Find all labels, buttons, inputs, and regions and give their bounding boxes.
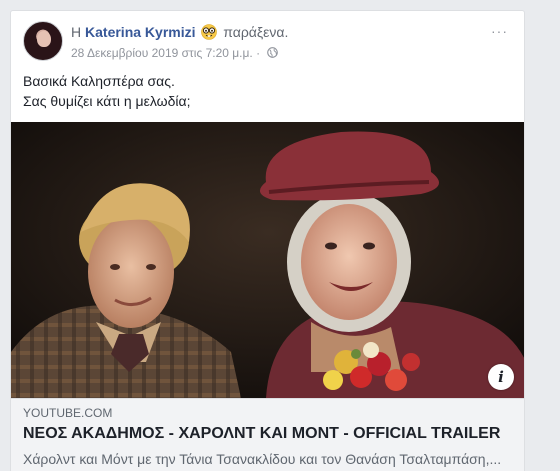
link-description: Χάρολντ και Μόντ με την Τάνια Τσανακλίδο… <box>23 451 502 467</box>
link-preview[interactable]: YOUTUBE.COM ΝΕΟΣ ΑΚΑΔΗΜΟΣ - ΧΑΡΟΛΝΤ ΚΑΙ … <box>11 398 524 471</box>
post-headline: Η Katerina Kyrmizi παράξενα. <box>71 24 288 40</box>
info-button[interactable]: i <box>488 364 514 390</box>
post-timestamp[interactable]: 28 Δεκεμβρίου 2019 στις 7:20 μ.μ. <box>71 46 253 60</box>
globe-icon[interactable] <box>267 47 279 58</box>
post-text-line-2: Σας θυμίζει κάτι η μελωδία; <box>23 93 191 109</box>
headline-prefix: Η <box>71 24 82 40</box>
feeling-text: παράξενα. <box>223 24 289 40</box>
post-card: Η Katerina Kyrmizi παράξενα. 28 Δεκεμβρί… <box>10 10 525 471</box>
more-options-icon[interactable]: ··· <box>491 23 508 39</box>
post-header: Η Katerina Kyrmizi παράξενα. 28 Δεκεμβρί… <box>23 21 514 67</box>
post-text: Βασικά Καλησπέρα σας. Σας θυμίζει κάτι η… <box>23 71 190 111</box>
thumbnail-image <box>11 122 524 398</box>
link-domain: YOUTUBE.COM <box>23 406 113 420</box>
video-thumbnail[interactable]: i <box>11 122 524 398</box>
post-text-line-1: Βασικά Καλησπέρα σας. <box>23 73 175 89</box>
avatar[interactable] <box>23 21 63 61</box>
nerd-face-emoji-icon <box>201 24 218 40</box>
author-link[interactable]: Katerina Kyrmizi <box>85 24 195 40</box>
meta-separator: · <box>256 46 261 60</box>
link-title[interactable]: ΝΕΟΣ ΑΚΑΔΗΜΟΣ - ΧΑΡΟΛΝΤ ΚΑΙ ΜΟΝΤ - OFFIC… <box>23 423 514 445</box>
post-meta: 28 Δεκεμβρίου 2019 στις 7:20 μ.μ. · <box>71 46 279 60</box>
